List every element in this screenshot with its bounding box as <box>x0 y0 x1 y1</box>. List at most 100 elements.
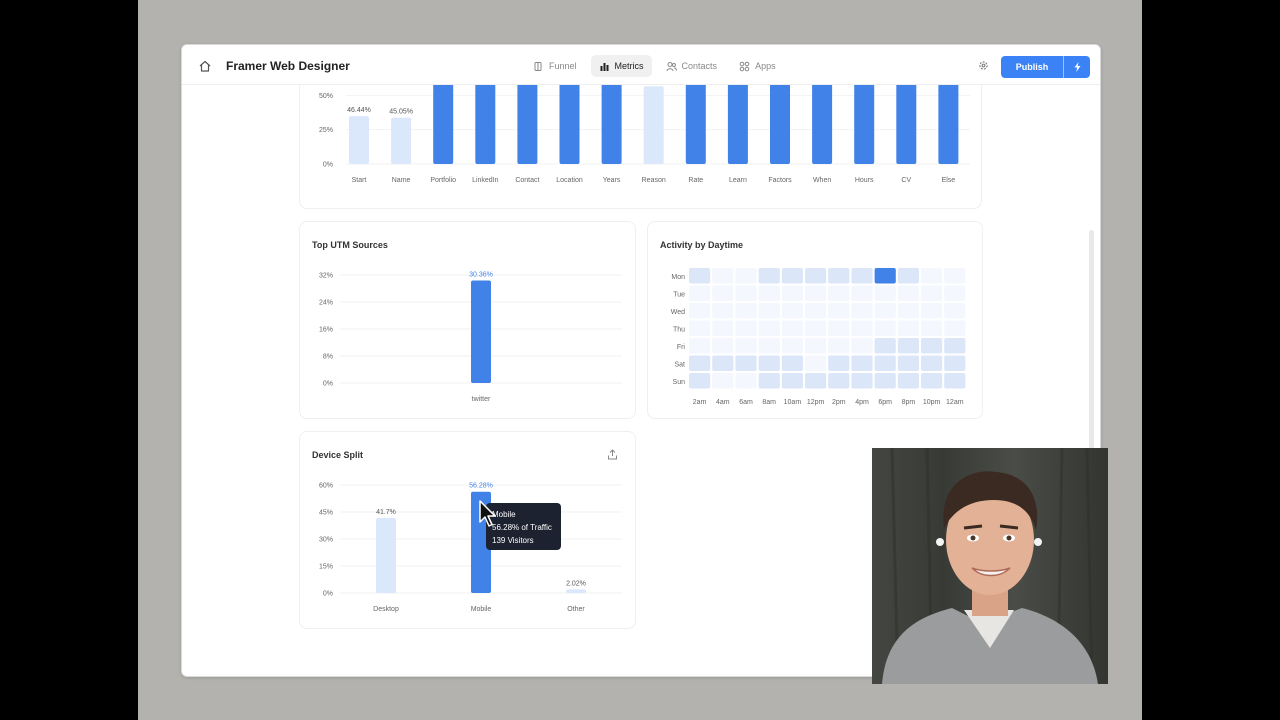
row-label: Sat <box>674 362 685 369</box>
heatmap-cell <box>851 268 873 284</box>
heatmap-cell <box>712 268 734 284</box>
apps-icon <box>739 61 750 71</box>
heatmap-cell <box>689 268 711 284</box>
home-icon[interactable] <box>198 59 212 73</box>
webcam-overlay <box>872 448 1108 684</box>
heatmap-cell <box>758 355 780 371</box>
heatmap-cell <box>897 303 919 319</box>
heatmap-cell <box>689 303 711 319</box>
heatmap-cell <box>921 268 943 284</box>
heatmap-cell <box>921 285 943 301</box>
heatmap-cell <box>712 285 734 301</box>
x-tick-label: Name <box>392 177 411 184</box>
heatmap-cell <box>921 320 943 336</box>
x-tick-label: 4pm <box>855 399 869 406</box>
heatmap-cell <box>828 268 850 284</box>
y-tick-label: 32% <box>319 273 333 280</box>
y-tick-label: 45% <box>319 510 333 517</box>
tab-label: Funnel <box>549 61 577 71</box>
heatmap-cell <box>805 338 827 354</box>
presenter-video-image <box>872 448 1108 684</box>
heatmap-cell <box>944 355 966 371</box>
y-tick-label: 0% <box>323 381 333 388</box>
x-tick-label: Other <box>567 606 585 613</box>
data-label: 41.7% <box>376 509 396 516</box>
publish-button[interactable]: Publish <box>1001 56 1090 78</box>
heatmap-cell <box>851 303 873 319</box>
heatmap-cell <box>735 268 757 284</box>
scrollbar[interactable] <box>1089 230 1094 450</box>
heatmap-cell <box>874 285 896 301</box>
heatmap-cell <box>874 268 896 284</box>
tooltip-visitors: 139 Visitors <box>492 536 534 545</box>
x-tick-label: 12am <box>946 399 964 406</box>
heatmap-cell <box>735 355 757 371</box>
x-tick-label: 4am <box>716 399 730 406</box>
x-tick-label: Location <box>556 177 583 184</box>
heatmap-cell <box>689 355 711 371</box>
heatmap-cell <box>944 320 966 336</box>
gear-icon[interactable] <box>978 60 989 71</box>
heatmap-cell <box>781 303 803 319</box>
y-tick-label: 50% <box>319 93 333 100</box>
heatmap-cell <box>735 373 757 389</box>
chart-bar <box>643 86 664 164</box>
x-tick-label: 12pm <box>807 399 825 406</box>
x-tick-label: When <box>813 177 831 184</box>
device-split-card: Device Split 0% 15% 30% 45% 60% 41.7% Desktop 5… <box>299 431 636 629</box>
x-tick-label: Rate <box>688 177 703 184</box>
heatmap-cell <box>828 373 850 389</box>
tab-label: Metrics <box>614 61 644 71</box>
heatmap-cell <box>781 268 803 284</box>
x-tick-label: 2am <box>693 399 707 406</box>
x-tick-label: Else <box>942 177 956 184</box>
chart-bar <box>349 116 369 164</box>
heatmap-cell <box>758 373 780 389</box>
x-tick-label: 2pm <box>832 399 846 406</box>
heatmap-cell <box>712 373 734 389</box>
heatmap-cell <box>758 285 780 301</box>
x-tick-label: Reason <box>642 177 666 184</box>
tab-funnel[interactable]: Funnel <box>525 55 585 77</box>
row-label: Tue <box>673 292 685 299</box>
tab-label: Apps <box>755 61 776 71</box>
heatmap-cell <box>851 338 873 354</box>
heatmap-cell <box>921 355 943 371</box>
mouse-cursor-icon <box>479 500 496 527</box>
tab-contacts[interactable]: Contacts <box>658 55 726 77</box>
heatmap-cell <box>874 303 896 319</box>
heatmap-cell <box>689 373 711 389</box>
heatmap-cell <box>758 303 780 319</box>
heatmap-cell <box>758 268 780 284</box>
x-tick-label: 10pm <box>923 399 941 406</box>
heatmap-cell <box>735 285 757 301</box>
data-label: 56.28% <box>469 483 493 490</box>
heatmap-cell <box>712 355 734 371</box>
heatmap-cell <box>689 338 711 354</box>
heatmap-cell <box>828 355 850 371</box>
heatmap-cell <box>781 373 803 389</box>
heatmap-cell <box>805 303 827 319</box>
utm-sources-card: Top UTM Sources 0% 8% 16% 24% 32% 30.36% twitt… <box>299 221 636 419</box>
chart-bar <box>376 517 396 593</box>
x-tick-label: Mobile <box>471 606 492 613</box>
row-label: Wed <box>671 309 685 316</box>
heatmap-cell <box>828 285 850 301</box>
row-label: Mon <box>671 274 685 281</box>
heatmap-cell <box>689 285 711 301</box>
x-tick-label: Portfolio <box>430 177 456 184</box>
top-bar: Framer Web Designer Funnel Metrics Conta… <box>182 45 1100 85</box>
heatmap-cell <box>944 303 966 319</box>
heatmap-cell <box>897 338 919 354</box>
tab-apps[interactable]: Apps <box>731 55 784 77</box>
heatmap-cell <box>805 355 827 371</box>
funnel-icon <box>534 61 542 71</box>
x-tick-label: Years <box>603 177 621 184</box>
activity-card: Activity by Daytime Mon Tue Wed Thu Fri Sat Su… <box>647 221 983 419</box>
tab-metrics[interactable]: Metrics <box>590 55 652 77</box>
publish-options-button[interactable] <box>1063 56 1090 78</box>
y-tick-label: 60% <box>319 483 333 490</box>
x-tick-label: Start <box>352 177 367 184</box>
heatmap-cell <box>781 320 803 336</box>
row-label: Thu <box>673 327 685 334</box>
